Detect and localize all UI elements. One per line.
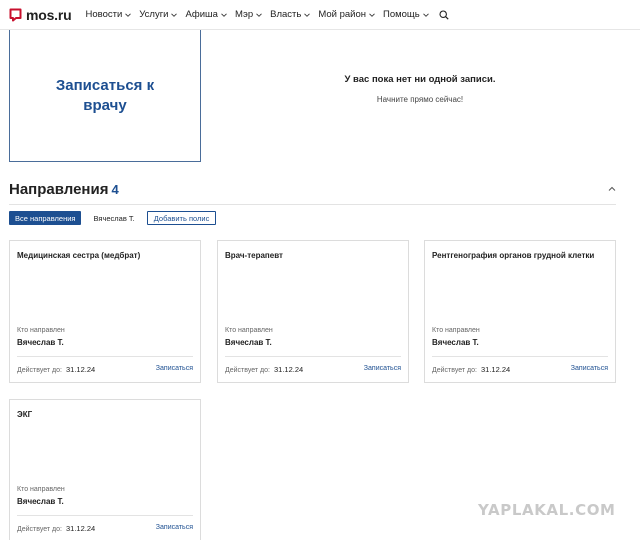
empty-appointments-subtitle: Начните прямо сейчас! [376, 95, 464, 104]
chevron-down-icon [304, 12, 311, 17]
nav-item-news[interactable]: Новости [85, 9, 132, 20]
referred-name: Вячеслав Т. [17, 497, 64, 506]
add-policy-button[interactable]: Добавить полис [146, 211, 217, 225]
referred-label: Кто направлен [17, 327, 65, 334]
referral-card-title: Медицинская сестра (медбрат) [17, 251, 141, 260]
chevron-down-icon [256, 12, 262, 17]
referred-name: Вячеслав Т. [225, 338, 272, 347]
card-divider [432, 356, 608, 357]
nav-item-label: Помощь [383, 9, 420, 20]
referrals-title: Направления 4 [9, 181, 119, 198]
referrals-count: 4 [111, 182, 119, 197]
filter-person[interactable]: Вячеслав Т. [87, 211, 141, 225]
watermark: YAPLAKAL.COM [478, 501, 616, 519]
referred-name: Вячеслав Т. [17, 338, 64, 347]
referral-card-title: Врач-терапевт [225, 251, 283, 260]
nav-item-label: Мой район [318, 9, 366, 20]
nav-item-my-district[interactable]: Мой район [318, 9, 375, 20]
enroll-link[interactable]: Записаться [156, 365, 193, 372]
logo-text: mos.ru [26, 6, 72, 23]
valid-until-date: 31.12.24 [65, 524, 96, 533]
valid-until-label: Действует до: [17, 367, 62, 374]
book-doctor-card[interactable]: Записаться к врачу [9, 30, 201, 162]
chevron-down-icon [125, 12, 132, 17]
valid-until: Действует до: 31.12.24 [17, 365, 95, 374]
mos-logo-icon [9, 8, 22, 22]
referral-card: ЭКГ Кто направлен Вячеслав Т. Действует … [9, 399, 201, 540]
valid-until-label: Действует до: [432, 367, 477, 374]
top-header: mos.ru Новости Услуги Афиша Мэр Власть М… [0, 0, 640, 30]
nav-item-services[interactable]: Услуги [139, 9, 178, 20]
nav-item-label: Услуги [139, 9, 169, 20]
referral-card: Рентгенография органов грудной клетки Кт… [424, 240, 616, 383]
enroll-link[interactable]: Записаться [571, 365, 608, 372]
search-icon[interactable] [439, 9, 449, 20]
chevron-down-icon [221, 12, 227, 17]
referral-card: Врач-терапевт Кто направлен Вячеслав Т. … [217, 240, 409, 383]
referral-card-title: ЭКГ [17, 410, 33, 419]
valid-until-date: 31.12.24 [480, 365, 511, 374]
card-divider [225, 356, 401, 357]
book-doctor-title: Записаться к врачу [55, 76, 155, 114]
valid-until-label: Действует до: [17, 526, 62, 533]
nav-item-label: Афиша [185, 9, 218, 20]
card-divider [17, 515, 193, 516]
referred-label: Кто направлен [225, 327, 273, 334]
enroll-link[interactable]: Записаться [364, 365, 401, 372]
referred-name: Вячеслав Т. [432, 338, 479, 347]
referrals-title-text: Направления [9, 181, 109, 198]
referral-card-title: Рентгенография органов грудной клетки [432, 251, 595, 260]
card-divider [17, 356, 193, 357]
nav-item-mayor[interactable]: Мэр [235, 9, 262, 20]
section-divider [9, 204, 616, 205]
nav-item-label: Власть [270, 9, 302, 20]
referred-label: Кто направлен [432, 327, 480, 334]
valid-until: Действует до: 31.12.24 [17, 524, 95, 533]
nav-item-help[interactable]: Помощь [383, 9, 429, 20]
chevron-up-icon[interactable] [608, 186, 616, 192]
empty-appointments: У вас пока нет ни одной записи. Начните … [220, 74, 620, 104]
empty-appointments-title: У вас пока нет ни одной записи. [344, 74, 496, 85]
site-logo[interactable]: mos.ru [9, 6, 72, 23]
nav-item-label: Новости [85, 9, 123, 20]
enroll-link[interactable]: Записаться [156, 524, 193, 531]
valid-until-date: 31.12.24 [273, 365, 304, 374]
valid-until-date: 31.12.24 [65, 365, 96, 374]
valid-until-label: Действует до: [225, 367, 270, 374]
chevron-down-icon [171, 12, 178, 17]
nav-item-government[interactable]: Власть [270, 9, 311, 20]
referred-label: Кто направлен [17, 486, 65, 493]
valid-until: Действует до: 31.12.24 [225, 365, 303, 374]
filter-all-referrals[interactable]: Все направления [9, 211, 82, 225]
chevron-down-icon [369, 12, 375, 17]
referral-card: Медицинская сестра (медбрат) Кто направл… [9, 240, 201, 383]
referral-filters: Все направления Вячеслав Т. Добавить пол… [9, 211, 222, 225]
chevron-down-icon [422, 12, 429, 17]
nav-item-afisha[interactable]: Афиша [185, 9, 227, 20]
valid-until: Действует до: 31.12.24 [432, 365, 510, 374]
main-nav: Новости Услуги Афиша Мэр Власть Мой райо… [85, 9, 449, 20]
nav-item-label: Мэр [234, 9, 254, 20]
